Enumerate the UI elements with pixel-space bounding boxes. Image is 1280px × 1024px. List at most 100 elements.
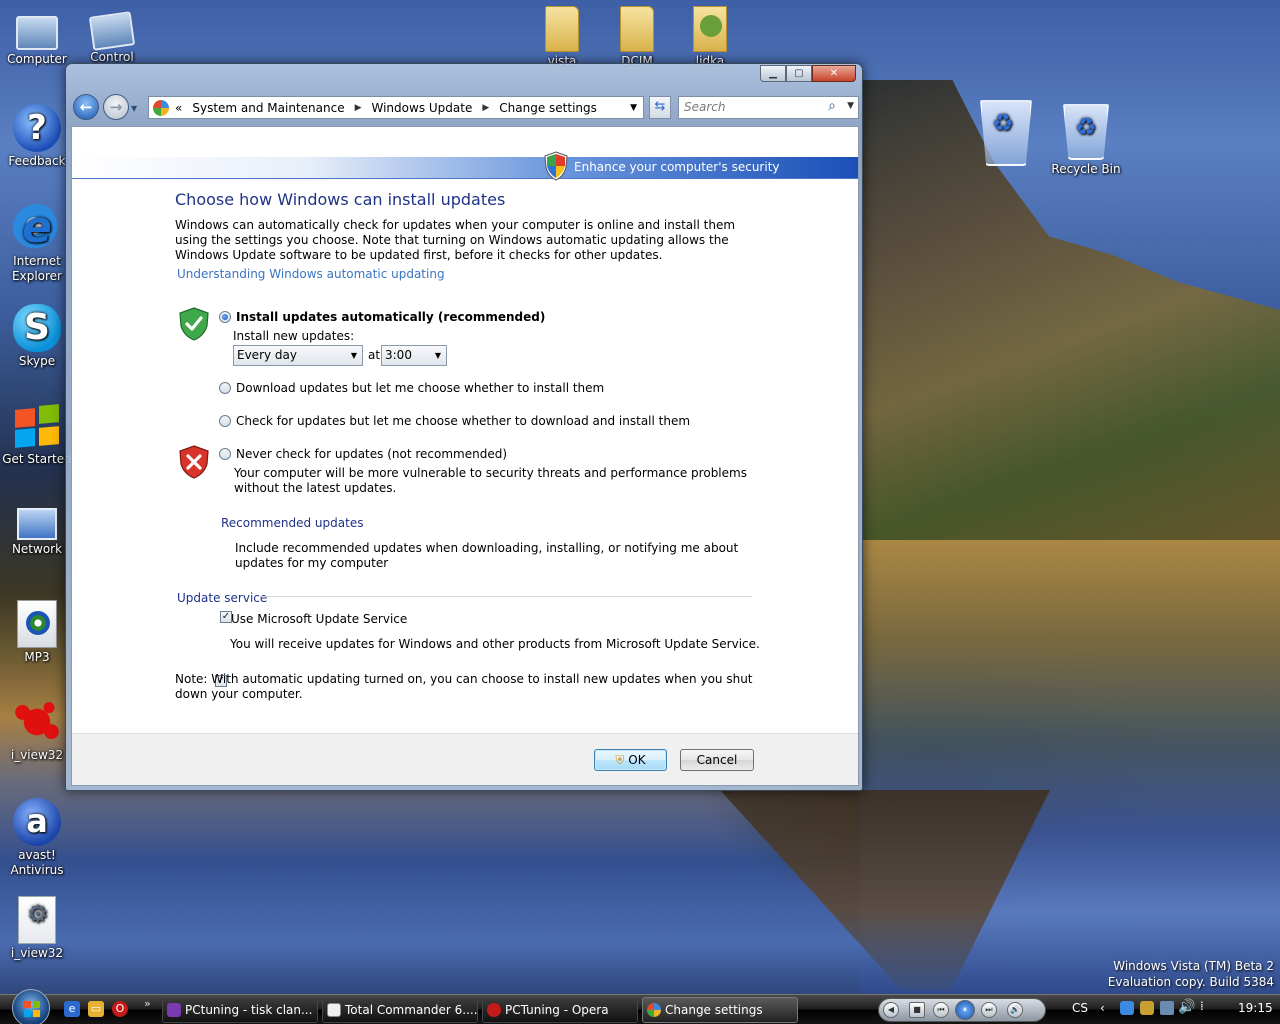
search-icon[interactable]: ⌕ bbox=[828, 98, 836, 114]
watermark-line-2: Evaluation copy. Build 5384 bbox=[1107, 975, 1274, 989]
radio-check-only[interactable] bbox=[219, 415, 231, 427]
tray-app-icon[interactable] bbox=[1120, 1001, 1134, 1015]
microsoft-update-label[interactable]: Use Microsoft Update Service bbox=[231, 612, 407, 627]
radio-install-automatically[interactable] bbox=[219, 311, 231, 323]
settings-file-icon bbox=[18, 896, 56, 944]
green-shield-check-icon bbox=[179, 307, 209, 341]
search-dropdown-icon[interactable]: ▼ bbox=[847, 101, 854, 111]
media-pause-button[interactable]: ⏸ bbox=[955, 1000, 975, 1020]
opera-quicklaunch-icon[interactable]: O bbox=[112, 1001, 128, 1017]
option-never-check[interactable]: Never check for updates (not recommended… bbox=[219, 447, 507, 461]
never-check-warning: Your computer will be more vulnerable to… bbox=[234, 466, 747, 495]
breadcrumb-chevron[interactable]: « bbox=[175, 101, 182, 115]
option-download-only[interactable]: Download updates but let me choose wheth… bbox=[219, 381, 604, 395]
start-button[interactable] bbox=[12, 989, 50, 1024]
desktop-icon-label: avast! Antivirus bbox=[10, 848, 64, 877]
at-label: at bbox=[368, 348, 381, 362]
taskbar: e ▭ O » PCtuning - tisk clan... Total Co… bbox=[0, 989, 1280, 1024]
desktop-icon-dcim-folder[interactable]: DCIM bbox=[597, 6, 677, 69]
ok-label: OK bbox=[628, 753, 646, 767]
folder-quicklaunch-icon[interactable]: ▭ bbox=[88, 1001, 104, 1017]
recommended-updates-label[interactable]: Include recommended updates when downloa… bbox=[235, 541, 760, 571]
desktop-icon-control-panel[interactable]: Control bbox=[72, 6, 152, 65]
understanding-updates-link[interactable]: Understanding Windows automatic updating bbox=[177, 267, 445, 281]
build-watermark: Windows Vista (TM) Beta 2 Evaluation cop… bbox=[1108, 958, 1274, 990]
maximize-button[interactable]: ▢ bbox=[786, 65, 812, 82]
change-settings-window: ▁ ▢ ✕ ← → ▼ « System and Maintenance ▶ W… bbox=[65, 63, 863, 791]
desktop-icon-avast[interactable]: a avast! Antivirus bbox=[0, 798, 77, 878]
security-banner: Enhance your computer's security bbox=[72, 151, 858, 181]
desktop-icon-vista-folder[interactable]: vista bbox=[522, 6, 602, 69]
address-dropdown-icon[interactable]: ▼ bbox=[630, 103, 637, 113]
search-input[interactable]: Search ⌕ ▼ bbox=[678, 96, 859, 119]
update-service-heading: Update service bbox=[177, 591, 268, 605]
control-panel-icon bbox=[88, 11, 136, 51]
breadcrumb-separator-icon[interactable]: ▶ bbox=[355, 103, 362, 113]
volume-tray-icon[interactable]: 🔊 bbox=[1178, 999, 1195, 1015]
arrow-right-icon: → bbox=[109, 98, 123, 116]
option-install-automatically[interactable]: Install updates automatically (recommend… bbox=[219, 310, 545, 324]
tray-app-icon[interactable] bbox=[1140, 1001, 1154, 1015]
option-label: Never check for updates (not recommended… bbox=[236, 447, 508, 461]
media-stop-button[interactable]: ■ bbox=[909, 1002, 925, 1018]
radio-download-only[interactable] bbox=[219, 382, 231, 394]
time-select[interactable]: 3:00 ▼ bbox=[381, 345, 447, 366]
quicklaunch-more-button[interactable]: » bbox=[144, 997, 151, 1010]
control-panel-icon bbox=[153, 99, 169, 116]
recycle-bin-icon bbox=[980, 100, 1032, 166]
breadcrumb-system-and-maintenance[interactable]: System and Maintenance bbox=[192, 101, 344, 115]
media-volume-button[interactable]: 🔊 bbox=[1007, 1002, 1023, 1018]
shutdown-note: Note: With automatic updating turned on,… bbox=[175, 672, 753, 701]
frequency-select[interactable]: Every day ▼ bbox=[233, 345, 363, 366]
control-panel-icon bbox=[647, 1003, 661, 1017]
breadcrumb-separator-icon[interactable]: ▶ bbox=[482, 103, 489, 113]
desktop-icon-user-folder[interactable]: lidka bbox=[670, 6, 750, 69]
ie-quicklaunch-icon[interactable]: e bbox=[64, 1001, 80, 1017]
desktop-icon-label: Recycle Bin bbox=[1051, 162, 1121, 176]
clock[interactable]: 19:15 bbox=[1238, 1001, 1273, 1015]
taskbar-button-change-settings[interactable]: Change settings bbox=[642, 997, 798, 1023]
media-shortcut-icon bbox=[17, 600, 57, 648]
frequency-value: Every day bbox=[237, 348, 297, 362]
media-previous-button[interactable]: ⏮ bbox=[933, 1002, 949, 1018]
desktop-icon-recycle-bin-full[interactable] bbox=[966, 100, 1046, 168]
cancel-button[interactable]: Cancel bbox=[680, 749, 754, 771]
forward-button[interactable]: → bbox=[103, 94, 129, 120]
recycle-bin-icon bbox=[1063, 104, 1109, 160]
desktop-icon-i-view32-file[interactable]: i_view32 bbox=[0, 896, 77, 961]
radio-never-check[interactable] bbox=[219, 448, 231, 460]
language-indicator[interactable]: CS bbox=[1072, 1001, 1088, 1015]
media-player-toolbar: ◀ ■ ⏮ ⏸ ⏭ 🔊 bbox=[878, 998, 1046, 1022]
ok-button[interactable]: ⛨ OK bbox=[594, 749, 667, 771]
recommended-updates-heading: Recommended updates bbox=[221, 516, 364, 530]
tray-expand-icon[interactable]: ‹ bbox=[1100, 1001, 1105, 1015]
breadcrumb-change-settings[interactable]: Change settings bbox=[499, 101, 597, 115]
refresh-button[interactable]: ⇆ bbox=[649, 96, 671, 119]
watermark-line-1: Windows Vista (TM) Beta 2 bbox=[1113, 959, 1274, 973]
chevron-down-icon: ▼ bbox=[434, 351, 441, 360]
breadcrumb-windows-update[interactable]: Windows Update bbox=[372, 101, 473, 115]
taskbar-button-opera[interactable]: PCTuning - Opera bbox=[482, 997, 638, 1023]
user-folder-icon bbox=[693, 6, 727, 52]
taskbar-button-total-commander[interactable]: Total Commander 6.... bbox=[322, 997, 478, 1023]
minimize-button[interactable]: ▁ bbox=[760, 65, 786, 82]
close-button[interactable]: ✕ bbox=[812, 65, 856, 82]
taskbar-button-pctuning-print[interactable]: PCtuning - tisk clan... bbox=[162, 997, 318, 1023]
desktop-icon-recycle-bin[interactable]: Recycle Bin bbox=[1046, 104, 1126, 177]
browser-icon bbox=[167, 1003, 181, 1017]
option-check-only[interactable]: Check for updates but let me choose whet… bbox=[219, 414, 690, 428]
task-label: PCTuning - Opera bbox=[505, 1003, 609, 1017]
install-new-updates-label: Install new updates: bbox=[233, 329, 355, 343]
floppy-icon bbox=[327, 1003, 341, 1017]
desktop-icon-computer[interactable]: Computer bbox=[0, 8, 77, 67]
update-service-divider bbox=[258, 596, 752, 597]
desktop-icon-label: Computer bbox=[7, 52, 67, 66]
windows-logo-icon bbox=[13, 399, 61, 453]
recent-pages-dropdown[interactable]: ▼ bbox=[131, 104, 137, 113]
address-bar[interactable]: « System and Maintenance ▶ Windows Updat… bbox=[148, 96, 644, 119]
uac-shield-icon: ⛨ bbox=[615, 753, 625, 767]
media-back-button[interactable]: ◀ bbox=[883, 1002, 899, 1018]
media-next-button[interactable]: ⏭ bbox=[981, 1002, 997, 1018]
network-tray-icon[interactable] bbox=[1160, 1001, 1174, 1015]
back-button[interactable]: ← bbox=[73, 94, 99, 120]
